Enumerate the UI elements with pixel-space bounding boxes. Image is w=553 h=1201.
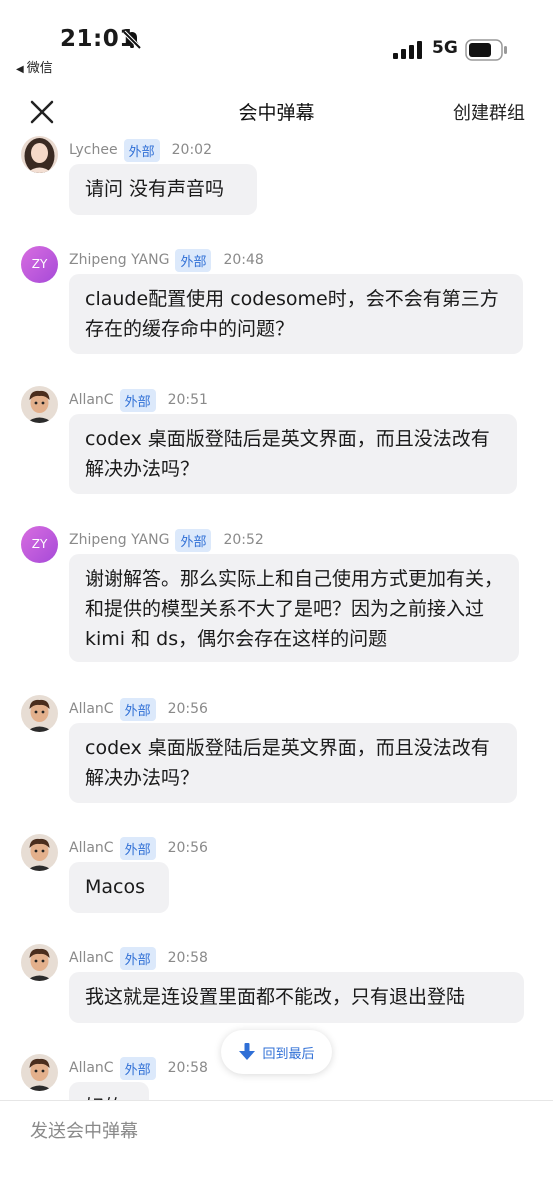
- nav-bar: 会中弹幕 创建群组: [0, 88, 553, 134]
- avatar[interactable]: [21, 695, 58, 732]
- username: Zhipeng YANG: [69, 252, 170, 268]
- external-tag: 外部: [119, 946, 156, 970]
- bell-muted-icon: [122, 30, 142, 50]
- cartoon-avatar-icon: [21, 1054, 58, 1091]
- user-photo-icon: [21, 136, 58, 173]
- message-meta: AllanC 外部 20:51: [69, 388, 208, 412]
- cartoon-avatar-icon: [21, 944, 58, 981]
- message-meta: AllanC 外部 20:58: [69, 1056, 208, 1080]
- external-tag: 外部: [175, 528, 212, 552]
- message-meta: AllanC 外部 20:58: [69, 946, 208, 970]
- message-time: 20:51: [167, 392, 208, 408]
- username: Lychee: [69, 142, 118, 158]
- message-bubble[interactable]: 好的: [69, 1082, 149, 1100]
- message-bubble[interactable]: claude配置使用 codesome时，会不会有第三方存在的缓存命中的问题？: [69, 274, 523, 354]
- username: AllanC: [69, 1060, 114, 1076]
- external-tag: 外部: [123, 138, 160, 162]
- message-bubble[interactable]: codex 桌面版登陆后是英文界面，而且没法改有解决办法吗？: [69, 723, 517, 803]
- message-time: 20:58: [167, 950, 208, 966]
- external-tag: 外部: [119, 836, 156, 860]
- cartoon-avatar-icon: [21, 834, 58, 871]
- message-time: 20:56: [167, 701, 208, 717]
- avatar[interactable]: [21, 944, 58, 981]
- jump-to-latest-button[interactable]: 回到最后: [221, 1030, 332, 1074]
- jump-to-latest-label: 回到最后: [262, 1046, 315, 1062]
- message-bubble[interactable]: Macos: [69, 862, 169, 913]
- cellular-signal-icon: [393, 41, 422, 59]
- avatar[interactable]: [21, 136, 58, 173]
- avatar[interactable]: [21, 834, 58, 871]
- message-meta: Zhipeng YANG 外部 20:48: [69, 248, 264, 272]
- username: AllanC: [69, 392, 114, 408]
- input-bar: 发送会中弹幕: [0, 1100, 553, 1201]
- message-time: 20:58: [167, 1060, 208, 1076]
- message-meta: Lychee 外部 20:02: [69, 138, 212, 162]
- arrow-down-icon: [239, 1043, 256, 1060]
- username: Zhipeng YANG: [69, 532, 170, 548]
- avatar[interactable]: [21, 1054, 58, 1091]
- network-type: 5G: [432, 38, 458, 58]
- username: AllanC: [69, 701, 114, 717]
- cartoon-avatar-icon: [21, 386, 58, 423]
- username: AllanC: [69, 950, 114, 966]
- avatar[interactable]: ZY: [21, 526, 58, 563]
- message-bubble[interactable]: 谢谢解答。那么实际上和自己使用方式更加有关，和提供的模型关系不大了是吧？因为之前…: [69, 554, 519, 662]
- message-time: 20:48: [223, 252, 264, 268]
- back-to-app[interactable]: ◀ 微信: [16, 57, 53, 76]
- danmaku-input[interactable]: 发送会中弹幕: [30, 1117, 138, 1143]
- message-meta: AllanC 外部 20:56: [69, 697, 208, 721]
- message-bubble[interactable]: 我这就是连设置里面都不能改，只有退出登陆: [69, 972, 524, 1023]
- cartoon-avatar-icon: [21, 695, 58, 732]
- username: AllanC: [69, 840, 114, 856]
- external-tag: 外部: [119, 697, 156, 721]
- message-list[interactable]: Lychee 外部 20:02 请问 没有声音吗 ZY Zhipeng YANG…: [0, 134, 553, 1100]
- battery-icon: [465, 39, 507, 61]
- message-meta: AllanC 外部 20:56: [69, 836, 208, 860]
- external-tag: 外部: [119, 388, 156, 412]
- external-tag: 外部: [175, 248, 212, 272]
- message-bubble[interactable]: codex 桌面版登陆后是英文界面，而且没法改有解决办法吗？: [69, 414, 517, 494]
- message-meta: Zhipeng YANG 外部 20:52: [69, 528, 264, 552]
- back-app-label: 微信: [26, 61, 53, 76]
- avatar[interactable]: [21, 386, 58, 423]
- status-bar: 21:01 ◀ 微信 5G: [0, 0, 553, 80]
- create-group-button[interactable]: 创建群组: [453, 99, 525, 125]
- avatar[interactable]: ZY: [21, 246, 58, 283]
- message-time: 20:02: [171, 142, 212, 158]
- message-time: 20:56: [167, 840, 208, 856]
- message-bubble[interactable]: 请问 没有声音吗: [69, 164, 257, 215]
- back-triangle-icon: ◀: [16, 64, 24, 75]
- message-time: 20:52: [223, 532, 264, 548]
- external-tag: 外部: [119, 1056, 156, 1080]
